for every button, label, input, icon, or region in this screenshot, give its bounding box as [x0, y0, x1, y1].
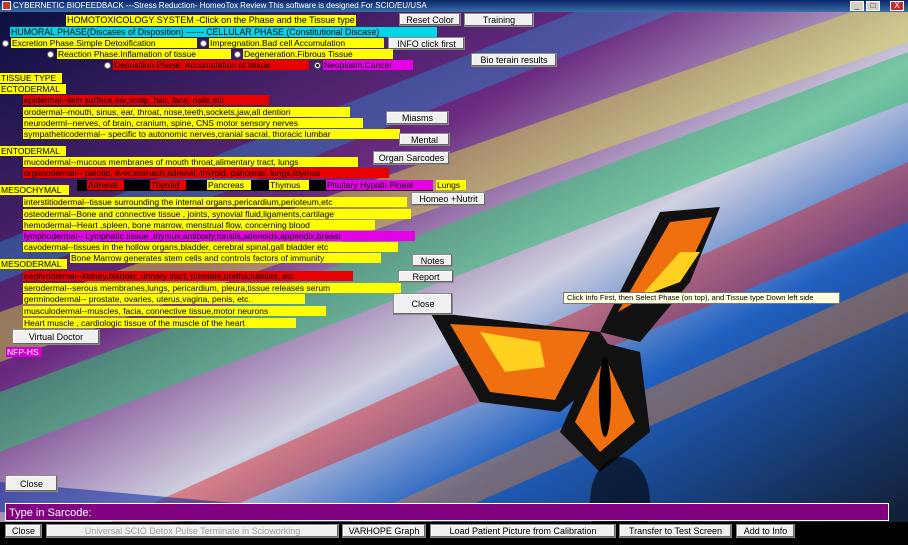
varhope-graph-button[interactable]: VARHOPE Graph [342, 524, 426, 538]
entodermal-header: ENTODERMAL [0, 146, 66, 156]
organ-thymus[interactable]: Thymus [269, 180, 309, 190]
phase-reaction[interactable]: Reaction Phase.Inflamation of tissue [57, 49, 231, 59]
tissue-type-title: TISSUE TYPE [0, 73, 62, 83]
phase-degeneration[interactable]: Degeneration.Fibrous Tissue [243, 49, 393, 59]
organ-pancreas[interactable]: Pancreas [207, 180, 251, 190]
transfer-test-button[interactable]: Transfer to Test Screen [619, 524, 732, 538]
tissue-osteodermal[interactable]: osteodermal--Bone and connective tissue … [23, 209, 411, 219]
info-button[interactable]: INFO click first [388, 37, 465, 50]
phase-radio-impregnation[interactable] [200, 40, 207, 47]
bone-marrow-label[interactable]: Bone Marrow generates stem cells and con… [70, 253, 381, 263]
close-window-button[interactable]: X [890, 1, 904, 11]
mesodermal-header: MESODERMAL [0, 259, 67, 269]
organ-lungs[interactable]: Lungs [436, 180, 466, 190]
window-title: CYBERNETIC BIOFEEDBACK ---Stress Reducti… [13, 1, 427, 10]
tissue-neuroderml[interactable]: neuroderml--nerves, of brain, cranium, s… [23, 118, 363, 128]
phase-radio-deposition[interactable] [104, 62, 111, 69]
phase-radio-degeneration[interactable] [234, 51, 241, 58]
tissue-sympatheticodermal[interactable]: sympatheticodermal-- specific to autonom… [23, 129, 400, 139]
miasms-button[interactable]: Miasms [386, 111, 449, 125]
phase-excretion[interactable]: Excretion Phase.Simple Detoxification [11, 38, 197, 48]
tissue-serodermal[interactable]: serodermal--serous membranes,lungs, peri… [23, 283, 401, 293]
tissue-heart-muscle[interactable]: Heart muscle , cardiologic tissue of the… [23, 318, 296, 328]
maximize-button[interactable]: □ [866, 1, 880, 11]
tissue-musculodermal[interactable]: musculodermal--muscles, facia, connectiv… [23, 306, 326, 316]
nfp-hs-label[interactable]: NFP-HS [6, 347, 42, 357]
homeo-nutrit-button[interactable]: Homeo +Nutrit [411, 192, 486, 206]
phase-deposition[interactable]: Deposition Phase. Accumulation of tissue [113, 60, 309, 70]
tissue-orodermal[interactable]: orodermal--mouth, sinus, ear, throat, no… [23, 107, 350, 117]
tissue-nephrodermal[interactable]: nephrodermal--kidney,bladder, urinary tr… [23, 271, 353, 281]
system-title: HOMOTOXICOLOGY SYSTEM -Click on the Phas… [66, 15, 356, 26]
mental-button[interactable]: Mental [399, 133, 450, 146]
title-bar: CYBERNETIC BIOFEEDBACK ---Stress Reducti… [0, 0, 908, 12]
tissue-lymphodermal[interactable]: lymphodermal-- Lymphatic tissue ,thymus,… [23, 231, 415, 241]
training-button[interactable]: Training [464, 13, 534, 27]
tissue-interstitiodermal[interactable]: interstitiodermal--tissue surrounding th… [23, 197, 407, 207]
close-bottom-button[interactable]: Close [5, 524, 42, 538]
mesochymal-header: MESOCHYMAL [0, 185, 69, 195]
phase-radio-reaction[interactable] [47, 51, 54, 58]
close-side-button[interactable]: Close [393, 293, 453, 315]
phase-header: HUMORAL PHASE(Discases of Disposition) -… [10, 27, 437, 37]
organ-thyroid[interactable]: Thyroid [150, 180, 186, 190]
report-button[interactable]: Report [398, 270, 454, 283]
phase-neoplasm[interactable]: Neoplasm.Cancer [323, 60, 413, 70]
tissue-epidermal[interactable]: epidermal--skin surface,ear,scalp, hair,… [23, 95, 269, 105]
close-left-button[interactable]: Close [5, 475, 58, 492]
sarcode-input[interactable]: Type in Sarcode: [5, 503, 889, 521]
tissue-cavodermal[interactable]: cavodermal--tissues in the hollow organs… [23, 242, 398, 252]
phase-radio-neoplasm[interactable] [314, 62, 321, 69]
organ-adrenal[interactable]: Adrenal [87, 180, 124, 190]
notes-button[interactable]: Notes [412, 254, 453, 267]
tissue-organodermal[interactable]: organodermal-- parotid, liver,stomach,ad… [23, 168, 389, 178]
bio-terrain-button[interactable]: Bio terain results [471, 53, 557, 67]
organ-sarcodes-button[interactable]: Organ Sarcodes [373, 151, 450, 165]
virtual-doctor-button[interactable]: Virtual Doctor [12, 329, 100, 345]
tissue-hemodermal[interactable]: hemodermal--Heart ,spleen, bone marrow, … [23, 220, 375, 230]
tissue-mucodermal[interactable]: mucodermal--mucous membranes of mouth th… [23, 157, 358, 167]
detox-pulse-button[interactable]: Universal SCIO Detox Pulse Terminate in … [46, 524, 339, 538]
app-icon [2, 1, 11, 10]
load-patient-button[interactable]: Load Patient Picture from Calibration [430, 524, 616, 538]
main-window: CYBERNETIC BIOFEEDBACK ---Stress Reducti… [0, 0, 908, 545]
ectodermal-header: ECTODERMAL [0, 84, 66, 94]
phase-impregnation[interactable]: Impregnation.Bad cell Accumulation [209, 38, 384, 48]
tissue-germinodermal[interactable]: germinodermal-- prostate, ovaries, uteru… [23, 294, 305, 304]
add-to-info-button[interactable]: Add to Info [736, 524, 795, 538]
reset-color-button[interactable]: Reset Color [399, 13, 461, 26]
minimize-button[interactable]: _ [850, 1, 864, 11]
organ-pituitary[interactable]: Pituitary Hypoth Pineal [326, 180, 433, 190]
phase-radio-excretion[interactable] [2, 40, 9, 47]
instruction-tooltip: Click Info First, then Select Phase (on … [563, 292, 840, 304]
